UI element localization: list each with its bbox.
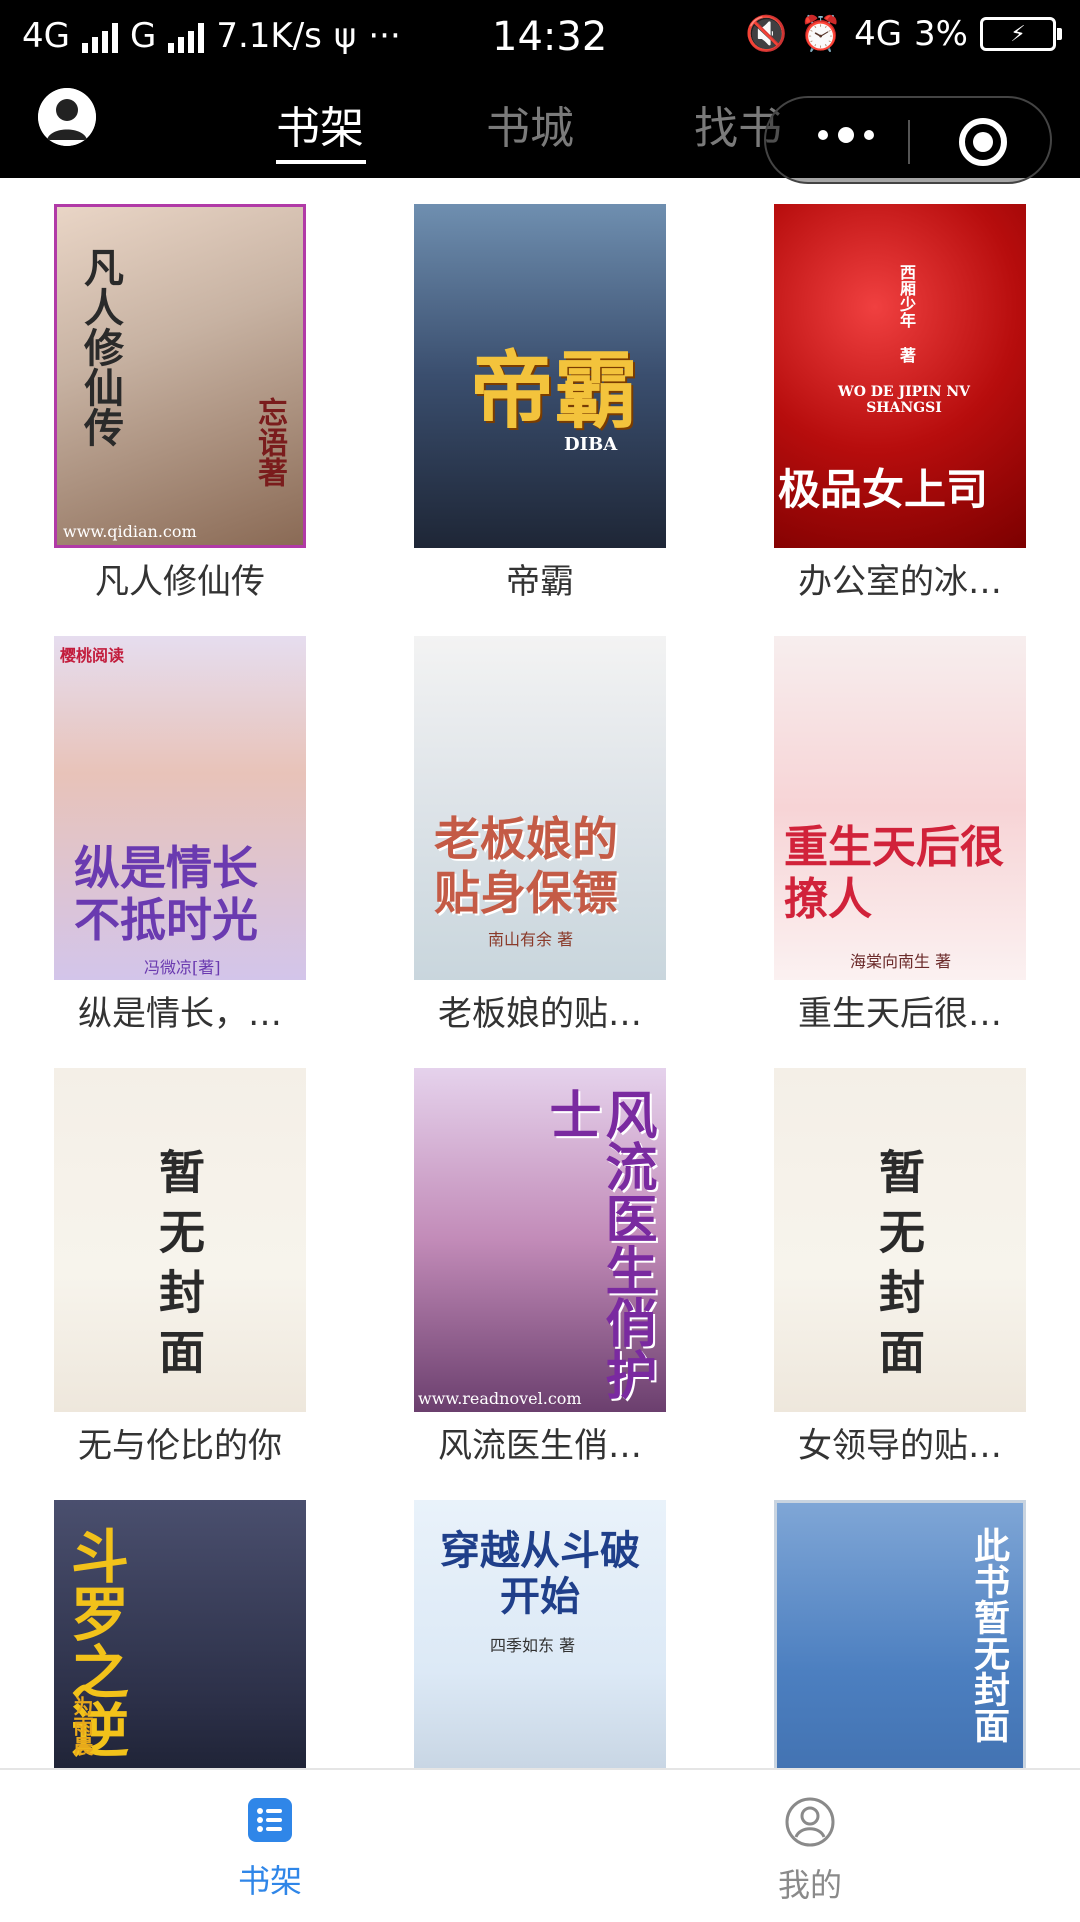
nav-mine[interactable]: 我的 bbox=[710, 1796, 910, 1906]
tab-bookstore[interactable]: 书城 bbox=[486, 92, 574, 156]
active-tab-indicator bbox=[276, 160, 366, 164]
cover-title: 风流医生俏护士 bbox=[540, 1088, 657, 1400]
nav-bookshelf[interactable]: 书架 bbox=[170, 1796, 370, 1902]
book-item[interactable]: 帝霸 DIBA 帝霸 bbox=[414, 204, 666, 603]
book-cover[interactable]: 老板娘的贴身保镖 南山有余 著 bbox=[414, 636, 666, 980]
book-item[interactable]: 重生天后很撩人 海棠向南生 著 重生天后很… bbox=[774, 636, 1026, 1035]
cover-author: 西厢少年 著 bbox=[897, 264, 916, 363]
cover-title: 穿越从斗破开始 bbox=[440, 1527, 640, 1620]
close-miniapp-icon[interactable] bbox=[959, 118, 1007, 166]
cover-title: 重生天后很撩人 bbox=[784, 822, 1004, 925]
battery-icon: ⚡ bbox=[980, 17, 1062, 51]
signal-icon-2 bbox=[168, 19, 205, 53]
book-cover[interactable]: 此书暂无封面 bbox=[774, 1500, 1026, 1768]
user-icon bbox=[785, 1797, 835, 1847]
usb-icon: ψ bbox=[333, 16, 357, 56]
cover-title: 极品女上司 bbox=[778, 465, 989, 514]
miniapp-capsule bbox=[764, 96, 1052, 184]
cover-footer: www.readnovel.com bbox=[418, 1389, 582, 1408]
cover-footer: www.qidian.com bbox=[63, 522, 197, 541]
nav-label: 书架 bbox=[237, 1862, 302, 1900]
book-item[interactable]: 暂无封面 女领导的贴… bbox=[774, 1068, 1026, 1467]
book-title: 重生天后很… bbox=[798, 994, 1002, 1034]
net-speed: 7.1K/s bbox=[216, 16, 322, 56]
book-item[interactable]: 西厢少年 著 WO DE JIPIN NV SHANGSI 极品女上司 办公室的… bbox=[774, 204, 1026, 603]
cover-author: 海棠向南生 著 bbox=[850, 952, 952, 971]
book-cover[interactable]: 重生天后很撩人 海棠向南生 著 bbox=[774, 636, 1026, 980]
avatar[interactable] bbox=[38, 88, 96, 146]
app-header: 书架 书城 找书 bbox=[0, 78, 1080, 184]
cover-author: 南山有余 著 bbox=[488, 930, 574, 949]
more-status: ··· bbox=[368, 16, 401, 56]
clock: 14:32 bbox=[492, 14, 608, 60]
book-item[interactable]: 风流医生俏护士 www.readnovel.com 风流医生俏… bbox=[414, 1068, 666, 1467]
cover-author: 为雨晨 著 bbox=[70, 1696, 94, 1768]
cover-title: 此书暂无封面 bbox=[968, 1527, 1010, 1743]
book-item[interactable]: 此书暂无封面 bbox=[774, 1500, 1026, 1768]
cover-title: 暂无封面 bbox=[152, 1148, 206, 1388]
nav-label: 我的 bbox=[777, 1866, 842, 1904]
book-cover[interactable]: 帝霸 DIBA bbox=[414, 204, 666, 548]
book-title: 女领导的贴… bbox=[798, 1426, 1002, 1466]
book-title: 纵是情长，… bbox=[78, 994, 282, 1034]
book-title: 风流医生俏… bbox=[438, 1426, 642, 1466]
book-cover[interactable]: 樱桃阅读 纵是情长不抵时光 冯微凉[著] bbox=[54, 636, 306, 980]
cover-author: 冯微凉[著] bbox=[144, 958, 221, 977]
cover-brand: 樱桃阅读 bbox=[60, 646, 125, 665]
mute-icon: 🔇 bbox=[745, 14, 788, 54]
cover-subtitle: DIBA bbox=[564, 434, 618, 455]
tab-bookshelf[interactable]: 书架 bbox=[276, 92, 364, 156]
network-type-2: G bbox=[129, 16, 157, 56]
alarm-icon: ⏰ bbox=[799, 14, 843, 54]
book-title: 办公室的冰… bbox=[798, 562, 1002, 602]
cover-title: 帝霸 bbox=[470, 341, 639, 440]
cover-title: 凡人修仙传 bbox=[77, 247, 124, 447]
list-icon bbox=[248, 1798, 292, 1842]
cover-title: 老板娘的贴身保镖 bbox=[434, 812, 618, 920]
cover-title: 暂无封面 bbox=[872, 1148, 926, 1388]
book-cover[interactable]: 暂无封面 bbox=[54, 1068, 306, 1412]
bookshelf-grid: 凡人修仙传 忘语著 www.qidian.com 凡人修仙传 帝霸 DIBA 帝… bbox=[0, 178, 1080, 1768]
battery-percent: 3% bbox=[914, 14, 968, 54]
book-cover[interactable]: 西厢少年 著 WO DE JIPIN NV SHANGSI 极品女上司 bbox=[774, 204, 1026, 548]
bottom-nav: 书架 我的 bbox=[0, 1768, 1080, 1922]
book-cover[interactable]: 风流医生俏护士 www.readnovel.com bbox=[414, 1068, 666, 1412]
book-title: 无与伦比的你 bbox=[78, 1426, 282, 1466]
book-cover[interactable]: 凡人修仙传 忘语著 www.qidian.com bbox=[54, 204, 306, 548]
cover-title: 纵是情长不抵时光 bbox=[74, 841, 258, 947]
book-item[interactable]: 凡人修仙传 忘语著 www.qidian.com 凡人修仙传 bbox=[54, 204, 306, 603]
book-item[interactable]: 穿越从斗破开始 四季如东 著 bbox=[414, 1500, 666, 1768]
signal-icon bbox=[81, 19, 118, 53]
book-cover[interactable]: 暂无封面 bbox=[774, 1068, 1026, 1412]
book-item[interactable]: 斗罗之逆 为雨晨 著 bbox=[54, 1500, 306, 1768]
book-item[interactable]: 老板娘的贴身保镖 南山有余 著 老板娘的贴… bbox=[414, 636, 666, 1035]
book-title: 凡人修仙传 bbox=[95, 562, 265, 602]
cover-author: 四季如东 著 bbox=[490, 1636, 576, 1655]
book-cover[interactable]: 穿越从斗破开始 四季如东 著 bbox=[414, 1500, 666, 1768]
cover-subtitle: WO DE JIPIN NV SHANGSI bbox=[837, 384, 971, 416]
capsule-divider bbox=[908, 120, 910, 164]
book-title: 帝霸 bbox=[506, 562, 574, 602]
book-item[interactable]: 樱桃阅读 纵是情长不抵时光 冯微凉[著] 纵是情长，… bbox=[54, 636, 306, 1035]
book-cover[interactable]: 斗罗之逆 为雨晨 著 bbox=[54, 1500, 306, 1768]
book-title: 老板娘的贴… bbox=[438, 994, 642, 1034]
book-item[interactable]: 暂无封面 无与伦比的你 bbox=[54, 1068, 306, 1467]
status-bar: 4G G 7.1K/s ψ ··· 14:32 🔇 ⏰ 4G 3% ⚡ bbox=[0, 0, 1080, 78]
more-icon[interactable] bbox=[818, 127, 874, 143]
network-type-3: 4G bbox=[854, 14, 903, 54]
network-type: 4G bbox=[22, 16, 70, 56]
cover-author: 忘语著 bbox=[252, 397, 287, 487]
